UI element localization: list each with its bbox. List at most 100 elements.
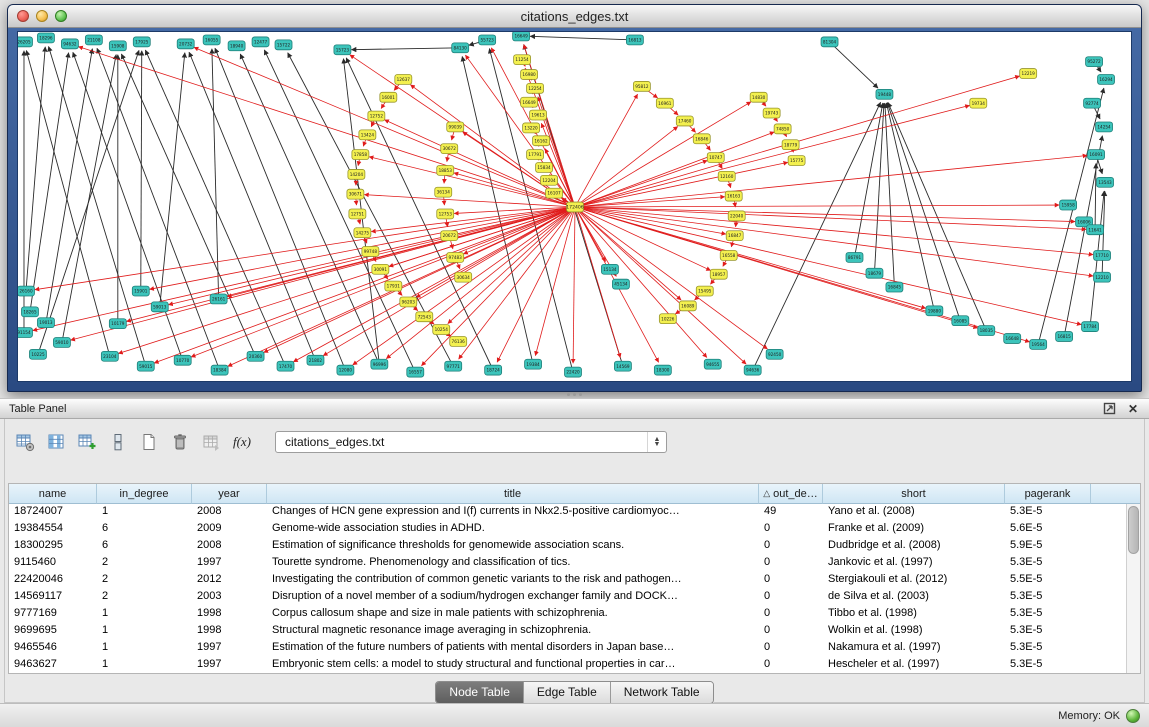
table-cell[interactable]: 1998	[192, 606, 267, 623]
column-header-name[interactable]: name	[9, 484, 97, 504]
graph-node[interactable]: 15722	[275, 40, 292, 50]
graph-node[interactable]: 18265	[21, 307, 38, 317]
table-cell[interactable]: 6	[97, 521, 192, 538]
graph-node[interactable]: 12752	[368, 111, 385, 121]
table-cell[interactable]: 5.3E-5	[1005, 640, 1091, 657]
table-cell[interactable]: 0	[759, 572, 823, 589]
graph-node[interactable]: 19743	[763, 108, 780, 118]
graph-node[interactable]: 14204	[348, 169, 365, 179]
graph-node[interactable]: 96203	[400, 297, 417, 307]
table-cell[interactable]: 9777169	[9, 606, 97, 623]
graph-node[interactable]: 15775	[788, 156, 805, 166]
graph-node[interactable]: 95812	[633, 81, 650, 91]
table-cell[interactable]: 5.5E-5	[1005, 572, 1091, 589]
table-cell[interactable]: Corpus callosum shape and size in male p…	[267, 606, 759, 623]
graph-node[interactable]: 12204	[541, 175, 558, 185]
table-cell[interactable]: 49	[759, 504, 823, 521]
graph-node[interactable]: 12254	[527, 83, 544, 93]
table-cell[interactable]: 1997	[192, 640, 267, 657]
graph-node[interactable]: 22420	[565, 367, 582, 377]
graph-node[interactable]: 22040	[728, 211, 745, 221]
float-panel-icon[interactable]	[1102, 402, 1116, 416]
table-row[interactable]: 1872400712008Changes of HCN gene express…	[9, 504, 1140, 521]
graph-node[interactable]: 92774	[1084, 98, 1101, 108]
graph-node[interactable]: 16961	[656, 98, 673, 108]
graph-node[interactable]: 12210	[1094, 272, 1111, 282]
table-selector-dropdown[interactable]: citations_edges.txt ▲▼	[275, 431, 667, 453]
graph-node[interactable]: 26161	[210, 294, 227, 304]
table-cell[interactable]: 0	[759, 640, 823, 657]
table-cell[interactable]: 2	[97, 555, 192, 572]
table-cell[interactable]: Estimation of the future numbers of pati…	[267, 640, 759, 657]
tab-node-table[interactable]: Node Table	[436, 682, 524, 703]
table-mode-icon[interactable]	[13, 430, 37, 454]
table-cell[interactable]: 0	[759, 555, 823, 572]
graph-node[interactable]: 16558	[720, 250, 737, 260]
graph-node[interactable]: 18296	[37, 33, 54, 43]
show-columns-icon[interactable]	[44, 430, 68, 454]
table-cell[interactable]: Hescheler et al. (1997)	[823, 657, 1005, 674]
graph-node[interactable]: 19734	[970, 98, 987, 108]
table-cell[interactable]: 22420046	[9, 572, 97, 589]
graph-node[interactable]: 17791	[527, 150, 544, 160]
graph-node[interactable]: 15723	[334, 45, 351, 55]
table-cell[interactable]: Disruption of a novel member of a sodium…	[267, 589, 759, 606]
new-column-icon[interactable]	[75, 430, 99, 454]
graph-node[interactable]: 84130	[452, 43, 469, 53]
graph-node[interactable]: 59013	[151, 302, 168, 312]
graph-node[interactable]: 16091	[1088, 150, 1105, 160]
graph-node[interactable]: 15134	[601, 264, 618, 274]
graph-node[interactable]: 17470	[277, 361, 294, 371]
table-cell[interactable]: Franke et al. (2009)	[823, 521, 1005, 538]
graph-node[interactable]: 81304	[821, 37, 838, 47]
table-cell[interactable]: 5.3E-5	[1005, 657, 1091, 674]
table-cell[interactable]: 0	[759, 521, 823, 538]
graph-node[interactable]: 18724	[485, 365, 502, 375]
column-header-out_de[interactable]: △out_de…	[759, 484, 823, 504]
graph-node[interactable]: 16813	[626, 35, 643, 45]
graph-node[interactable]: 10226	[659, 314, 676, 324]
graph-node[interactable]: 91154	[18, 328, 32, 338]
graph-node[interactable]: 97483	[447, 252, 464, 262]
table-cell[interactable]: 18300295	[9, 538, 97, 555]
graph-node[interactable]: 13543	[1097, 177, 1114, 187]
graph-node[interactable]: 10225	[29, 349, 46, 359]
table-cell[interactable]: 0	[759, 538, 823, 555]
scrollbar-thumb[interactable]	[1128, 506, 1139, 554]
graph-node[interactable]: 26205	[18, 37, 32, 47]
graph-node[interactable]: 30634	[455, 272, 472, 282]
graph-node[interactable]: 10770	[174, 355, 191, 365]
graph-node[interactable]: 172406	[566, 202, 584, 212]
table-cell[interactable]: 0	[759, 606, 823, 623]
table-cell[interactable]: 0	[759, 623, 823, 640]
graph-node[interactable]: 86791	[846, 252, 863, 262]
table-row[interactable]: 911546021997Tourette syndrome. Phenomeno…	[9, 555, 1140, 572]
table-cell[interactable]: Tibbo et al. (1998)	[823, 606, 1005, 623]
table-cell[interactable]: 5.3E-5	[1005, 555, 1091, 572]
graph-node[interactable]: 15901	[132, 286, 149, 296]
graph-node[interactable]: 14275	[354, 228, 371, 238]
tab-network-table[interactable]: Network Table	[611, 682, 713, 703]
graph-node[interactable]: 16001	[380, 92, 397, 102]
table-cell[interactable]: Estimation of significance thresholds fo…	[267, 538, 759, 555]
graph-node[interactable]: 45134	[612, 279, 629, 289]
function-builder-icon[interactable]: f(x)	[230, 430, 254, 454]
graph-node[interactable]: 18940	[228, 41, 245, 51]
table-cell[interactable]: 5.3E-5	[1005, 606, 1091, 623]
graph-node[interactable]: 74850	[774, 124, 791, 134]
graph-node[interactable]: 17931	[385, 281, 402, 291]
graph-node[interactable]: 15495	[696, 286, 713, 296]
graph-node[interactable]: 36134	[435, 187, 452, 197]
graph-node[interactable]: 11641	[1087, 225, 1104, 235]
graph-node[interactable]: 16294	[1098, 75, 1115, 85]
graph-node[interactable]: 12219	[1020, 69, 1037, 79]
table-cell[interactable]: 9699695	[9, 623, 97, 640]
graph-node[interactable]: 20672	[441, 231, 458, 241]
graph-node[interactable]: 94632	[61, 39, 78, 49]
table-cell[interactable]: 2008	[192, 504, 267, 521]
column-header-year[interactable]: year	[192, 484, 267, 504]
table-cell[interactable]: Wolkin et al. (1998)	[823, 623, 1005, 640]
table-cell[interactable]: 9463627	[9, 657, 97, 674]
table-cell[interactable]: 5.3E-5	[1005, 589, 1091, 606]
graph-node[interactable]: 21802	[307, 355, 324, 365]
